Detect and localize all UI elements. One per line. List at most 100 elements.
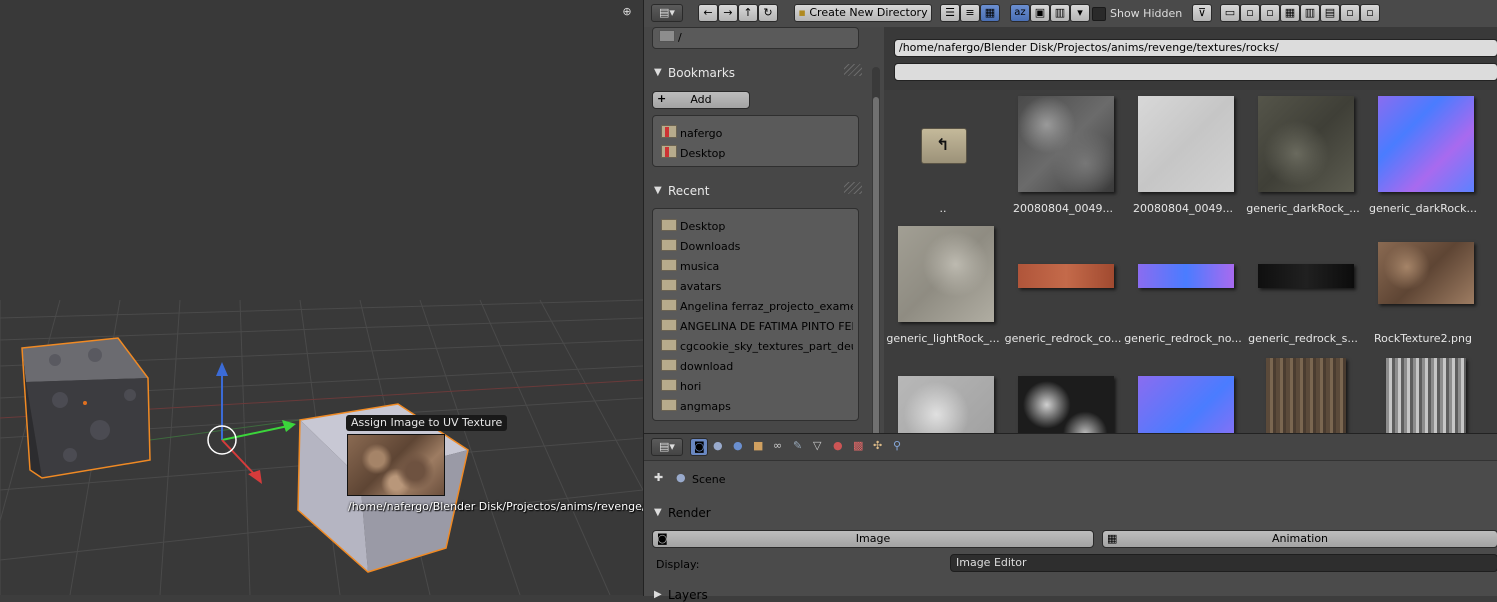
- rock-texture-thumbnail: [898, 226, 994, 322]
- recent-label: Desktop: [680, 220, 726, 233]
- filter-fonts-button[interactable]: ▫: [1340, 4, 1360, 22]
- recent-label: Downloads: [680, 240, 741, 253]
- recent-item[interactable]: Angelina ferraz_projecto_exame fin: [661, 297, 853, 317]
- filter-images-button[interactable]: ▦: [1280, 4, 1300, 22]
- folder-icon: [661, 359, 677, 371]
- add-bookmark-button[interactable]: + Add: [652, 91, 750, 109]
- file-item[interactable]: 20080804_0049...: [1124, 90, 1242, 220]
- filter-folders-button[interactable]: ▭: [1220, 4, 1240, 22]
- create-directory-label: Create New Directory: [809, 6, 928, 19]
- sidebar-scroll-thumb[interactable]: [873, 97, 879, 453]
- folder-icon: [661, 339, 677, 351]
- file-item[interactable]: generic_lightRock_...: [884, 220, 1002, 350]
- rock-cube[interactable]: [21, 337, 151, 479]
- render-collapse-icon[interactable]: ▼: [654, 507, 662, 518]
- back-button[interactable]: ←: [698, 4, 718, 22]
- editor-type-button[interactable]: ▤▾: [651, 4, 683, 22]
- filter-movies-button[interactable]: ▥: [1300, 4, 1320, 22]
- directory-path-field[interactable]: /home/nafergo/Blender Disk/Projectos/ani…: [894, 39, 1497, 57]
- recent-item[interactable]: hori: [661, 377, 853, 397]
- tab-scene[interactable]: ●: [710, 438, 728, 456]
- display-dropdown[interactable]: Image Editor: [950, 554, 1497, 572]
- sort-extension-button[interactable]: ▣: [1030, 4, 1050, 22]
- tab-modifiers[interactable]: ✎: [790, 438, 808, 456]
- file-item[interactable]: generic_redrock_co...: [1004, 220, 1122, 350]
- filter-scripts-button[interactable]: ▤: [1320, 4, 1340, 22]
- filename-field[interactable]: [894, 63, 1497, 81]
- file-item[interactable]: generic_redrock_s...: [1244, 220, 1362, 350]
- recent-item[interactable]: ANGELINA DE FATIMA PINTO FERR: [661, 317, 853, 337]
- scene-breadcrumb[interactable]: Scene: [692, 473, 726, 486]
- file-item[interactable]: generic_redrock_no...: [1124, 220, 1242, 350]
- file-item[interactable]: [1004, 350, 1122, 433]
- display-short-list-button[interactable]: ☰: [940, 4, 960, 22]
- bookmark-label: Desktop: [680, 147, 726, 160]
- file-item[interactable]: [1364, 350, 1482, 433]
- file-label: generic_darkRock_...: [1246, 202, 1360, 215]
- bookmark-item[interactable]: nafergo: [661, 124, 722, 144]
- recent-item[interactable]: musica: [661, 257, 853, 277]
- tab-constraints[interactable]: ∞: [770, 438, 788, 456]
- recent-item[interactable]: cgcookie_sky_textures_part_deux: [661, 337, 853, 357]
- drive-icon: [659, 30, 675, 42]
- refresh-button[interactable]: ↻: [758, 4, 778, 22]
- tooltip: Assign Image to UV Texture: [346, 415, 508, 431]
- file-browser-main: /home/nafergo/Blender Disk/Projectos/ani…: [884, 27, 1497, 433]
- render-image-button[interactable]: ◙ Image: [652, 530, 1094, 548]
- file-item[interactable]: generic_darkRock...: [1364, 90, 1482, 220]
- sort-time-button[interactable]: ▥: [1050, 4, 1070, 22]
- show-hidden-checkbox[interactable]: [1092, 7, 1106, 21]
- tab-data[interactable]: ▽: [810, 438, 828, 456]
- recent-item[interactable]: Desktop: [661, 217, 853, 237]
- render-animation-button[interactable]: ▦ Animation: [1102, 530, 1497, 548]
- parent-directory-item[interactable]: ↰ ..: [884, 90, 1002, 220]
- create-directory-button[interactable]: ▪ Create New Directory: [794, 4, 932, 22]
- tab-particles[interactable]: ✣: [870, 438, 888, 456]
- tab-world[interactable]: ●: [730, 438, 748, 456]
- tab-object[interactable]: ■: [750, 438, 768, 456]
- filter-backup-button[interactable]: ▫: [1260, 4, 1280, 22]
- tab-texture[interactable]: ▩: [850, 438, 868, 456]
- recent-item[interactable]: angmaps: [661, 397, 853, 417]
- filter-blend-button[interactable]: ▫: [1240, 4, 1260, 22]
- tab-physics[interactable]: ⚲: [890, 438, 908, 456]
- file-item[interactable]: [1124, 350, 1242, 433]
- recent-item[interactable]: download: [661, 357, 853, 377]
- recent-item[interactable]: Downloads: [661, 237, 853, 257]
- viewport-add-icon[interactable]: ⊕: [621, 6, 633, 18]
- bookmarks-collapse-icon[interactable]: ▼: [654, 67, 662, 78]
- rock-texture-thumbnail: [1138, 96, 1234, 192]
- filter-button[interactable]: ⊽: [1192, 4, 1212, 22]
- sort-size-icon: ▾: [1077, 6, 1083, 19]
- pin-icon[interactable]: ✚: [654, 471, 663, 484]
- sort-alpha-button[interactable]: az: [1010, 4, 1030, 22]
- editor-type-button[interactable]: ▤▾: [651, 438, 683, 456]
- system-item-root[interactable]: /: [659, 28, 682, 48]
- sort-size-button[interactable]: ▾: [1070, 4, 1090, 22]
- recent-collapse-icon[interactable]: ▼: [654, 185, 662, 196]
- thumbnails-icon: ▦: [984, 6, 996, 19]
- forward-button[interactable]: →: [718, 4, 738, 22]
- recent-item[interactable]: avatars: [661, 277, 853, 297]
- file-item[interactable]: generic_darkRock_...: [1244, 90, 1362, 220]
- 3d-viewport[interactable]: ⊕ Assign Image to UV Texture /home/nafer…: [0, 0, 643, 595]
- filter-sounds-button[interactable]: ▫: [1360, 4, 1380, 22]
- parent-dir-button[interactable]: ↑: [738, 4, 758, 22]
- file-item[interactable]: 20080804_0049...: [1004, 90, 1122, 220]
- transform-gizmo[interactable]: [207, 362, 296, 484]
- panel-grip-icon[interactable]: [844, 182, 862, 194]
- file-item[interactable]: [884, 350, 1002, 433]
- recent-label: musica: [680, 260, 720, 273]
- file-label: RockTexture2.png: [1374, 332, 1472, 345]
- file-item[interactable]: RockTexture2.png: [1364, 220, 1482, 350]
- render-animation-label: Animation: [1271, 532, 1329, 545]
- bookmark-item[interactable]: Desktop: [661, 144, 725, 164]
- tab-material[interactable]: ●: [830, 438, 848, 456]
- file-label: generic_redrock_s...: [1248, 332, 1358, 345]
- image-file-icon: ▦: [1284, 6, 1296, 19]
- display-long-list-button[interactable]: ≡: [960, 4, 980, 22]
- tab-render[interactable]: ◙: [690, 438, 708, 456]
- panel-grip-icon[interactable]: [844, 64, 862, 76]
- file-item[interactable]: [1244, 350, 1362, 433]
- display-thumbnails-button[interactable]: ▦: [980, 4, 1000, 22]
